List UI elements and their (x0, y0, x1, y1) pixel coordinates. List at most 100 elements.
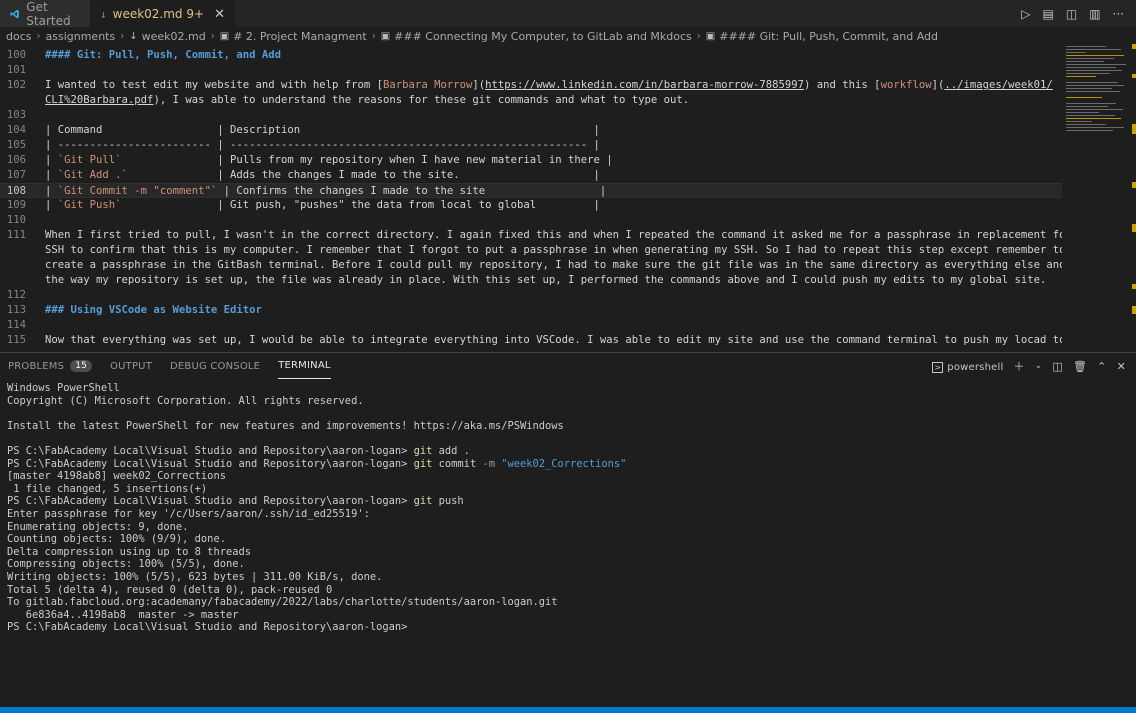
terminal-line: Counting objects: 100% (9/9), done. (7, 533, 1136, 546)
editor-line[interactable]: the way my repository is set up, the fil… (0, 273, 1062, 288)
vscode-icon (10, 9, 19, 18)
terminal-token: git (413, 495, 433, 508)
minimap-line (1066, 70, 1122, 71)
minimap-line (1066, 103, 1116, 104)
editor-line[interactable]: SSH to confirm that this is my computer.… (0, 243, 1062, 258)
minimap-line (1066, 61, 1104, 62)
trash-icon[interactable]: 🗑 (1073, 360, 1087, 373)
chevron-right-icon: › (210, 30, 215, 42)
tab-debug-console[interactable]: DEBUG CONSOLE (170, 353, 260, 379)
editor-line[interactable]: 110 (0, 213, 1062, 228)
terminal-token: Enumerating objects: 9, done. (7, 520, 189, 533)
code-token: | (45, 154, 58, 166)
code-token: | Git push, "pushes" the data from local… (121, 199, 600, 211)
breadcrumb-item-h4[interactable]: #### Git: Pull, Push, Commit, and Add (719, 30, 938, 43)
terminal-line: Writing objects: 100% (5/5), 623 bytes |… (7, 571, 1136, 584)
problems-count-badge: 15 (70, 360, 93, 372)
editor-line[interactable]: 101 (0, 63, 1062, 78)
editor-line[interactable]: 115 Now that everything was set up, I wou… (0, 333, 1062, 348)
line-number: 101 (6, 64, 26, 76)
code-token: | Confirms the changes I made to the sit… (217, 185, 607, 197)
editor-line[interactable]: 102 I wanted to test edit my website and … (0, 78, 1062, 93)
split-editor-icon[interactable]: ▥ (1089, 7, 1100, 21)
terminal-line: Copyright (C) Microsoft Corporation. All… (7, 395, 1136, 408)
terminal-token: Counting objects: 100% (9/9), done. (7, 533, 226, 546)
terminal-token: Writing objects: 100% (5/5), 623 bytes |… (7, 570, 383, 583)
tab-terminal[interactable]: TERMINAL (278, 353, 331, 379)
editor-line[interactable]: 111 When I first tried to pull, I wasn't … (0, 228, 1062, 243)
terminal-token: PS C:\FabAcademy Local\Visual Studio and… (7, 621, 408, 634)
code-token: ]( (931, 79, 945, 91)
minimap-line (1066, 109, 1123, 110)
editor-line[interactable]: 106 | `Git Pull` | Pulls from my reposito… (0, 153, 1062, 168)
line-number: 115 (6, 334, 26, 346)
minimap-line (1066, 67, 1116, 68)
line-number: 103 (6, 109, 26, 121)
line-content: #### Git: Pull, Push, Commit, and Add (45, 48, 281, 63)
breadcrumb-item-h3[interactable]: ### Connecting My Computer, to GitLab an… (394, 30, 692, 43)
minimap-line (1066, 118, 1121, 119)
more-actions-icon[interactable]: ··· (1113, 7, 1124, 21)
editor-line[interactable]: CLI%20Barbara.pdf), I was able to unders… (0, 93, 1062, 108)
line-number: 113 (6, 304, 26, 316)
preview-side-icon[interactable]: ◫ (1066, 7, 1077, 21)
line-number: 105 (6, 139, 26, 151)
editor-line[interactable]: 105 | ------------------------ | --------… (0, 138, 1062, 153)
code-token: | ------------------------ | -----------… (45, 139, 600, 151)
run-icon[interactable]: ▷ (1021, 7, 1030, 21)
breadcrumb-item-file[interactable]: week02.md (142, 30, 206, 43)
bottom-panel: PROBLEMS 15 OUTPUT DEBUG CONSOLE TERMINAL… (0, 352, 1136, 707)
tab-output[interactable]: OUTPUT (110, 353, 152, 379)
editor-line[interactable]: 109 | `Git Push` | Git push, "pushes" the… (0, 198, 1062, 213)
line-content: CLI%20Barbara.pdf), I was able to unders… (45, 93, 689, 108)
new-terminal-icon[interactable]: ＋ (1013, 358, 1024, 374)
breadcrumb-item-h1[interactable]: # 2. Project Managment (233, 30, 367, 43)
editor-line[interactable]: 104 | Command | Description | (0, 123, 1062, 138)
code-token: Barbara Morrow (383, 79, 473, 91)
line-number: 111 (6, 229, 26, 241)
close-icon[interactable]: ✕ (214, 7, 225, 22)
editor-line[interactable]: 113 ### Using VSCode as Website Editor (0, 303, 1062, 318)
line-content: | ------------------------ | -----------… (45, 138, 600, 153)
minimap-line (1066, 49, 1121, 50)
code-token: ../images/week01/ (944, 79, 1053, 91)
terminal-token: To gitlab.fabcloud.org:academany/fabacad… (7, 596, 558, 609)
terminal-line: 1 file changed, 5 insertions(+) (7, 483, 1136, 496)
editor-line[interactable]: 114 (0, 318, 1062, 333)
editor-line[interactable]: 107 | `Git Add .` | Adds the changes I ma… (0, 168, 1062, 183)
breadcrumb-item-docs[interactable]: docs (6, 30, 32, 43)
terminal-token: add . (432, 444, 470, 457)
code-token: | (45, 185, 58, 197)
tab-problems[interactable]: PROBLEMS 15 (8, 353, 93, 379)
terminal-shell-selector[interactable]: > powershell (932, 360, 1003, 373)
editor-line[interactable]: create a passphrase in the GitBash termi… (0, 258, 1062, 273)
chevron-down-icon[interactable]: ⌄ (1035, 361, 1043, 371)
code-token: | Adds the changes I made to the site. | (127, 169, 600, 181)
line-content: When I first tried to pull, I wasn't in … (45, 228, 1062, 243)
editor-line[interactable]: 100 #### Git: Pull, Push, Commit, and Add (0, 48, 1062, 63)
code-editor[interactable]: 100 #### Git: Pull, Push, Commit, and Add… (0, 48, 1062, 348)
minimap-line (1066, 88, 1112, 89)
tab-week02-md[interactable]: ↓ week02.md 9+ ✕ (90, 0, 235, 27)
tab-label: week02.md 9+ (112, 7, 205, 21)
terminal-line: To gitlab.fabcloud.org:academany/fabacad… (7, 596, 1136, 609)
open-preview-icon[interactable]: ▤ (1043, 7, 1054, 21)
maximize-panel-icon[interactable]: ⌃ (1097, 360, 1106, 373)
terminal-token: Install the latest PowerShell for new fe… (7, 419, 564, 432)
editor-line[interactable]: 112 (0, 288, 1062, 303)
split-terminal-icon[interactable]: ◫ (1052, 360, 1063, 373)
breadcrumb-item-assignments[interactable]: assignments (46, 30, 116, 43)
terminal-token: PS C:\FabAcademy Local\Visual Studio and… (7, 495, 414, 508)
terminal-token: 1 file changed, 5 insertions(+) (7, 482, 208, 495)
minimap[interactable] (1062, 44, 1136, 349)
close-panel-icon[interactable]: ✕ (1117, 360, 1126, 373)
editor-line[interactable]: 108 | `Git Commit -m "comment"` | Confirm… (0, 183, 1062, 198)
tab-get-started[interactable]: Get Started (0, 0, 90, 28)
overview-ruler[interactable] (1130, 44, 1136, 349)
editor-line[interactable]: 103 (0, 108, 1062, 123)
line-content: | `Git Commit -m "comment"` | Confirms t… (45, 184, 606, 199)
terminal-output[interactable]: Windows PowerShell Copyright (C) Microsof… (0, 379, 1136, 634)
terminal-line: PS C:\FabAcademy Local\Visual Studio and… (7, 445, 1136, 458)
code-token: SSH to confirm that this is my computer.… (45, 244, 1062, 256)
